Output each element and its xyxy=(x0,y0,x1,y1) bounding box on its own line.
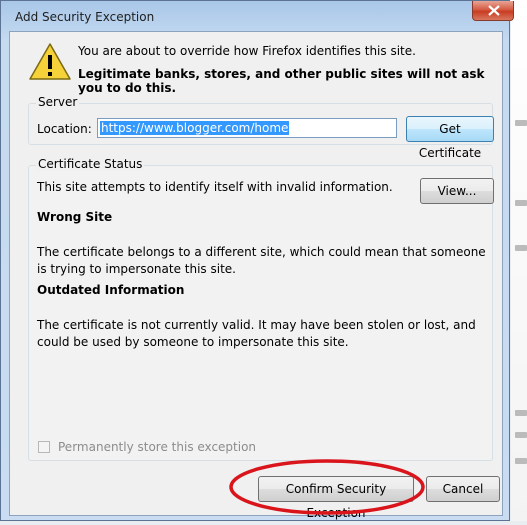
title-bar[interactable]: Add Security Exception xyxy=(1,1,514,31)
close-icon xyxy=(488,5,500,16)
cancel-button[interactable]: Cancel xyxy=(426,476,500,502)
wrong-site-heading: Wrong Site xyxy=(37,210,113,224)
get-certificate-button[interactable]: Get Certificate xyxy=(406,116,494,160)
dialog-window: Add Security Exception You are about to … xyxy=(0,0,514,521)
certificate-summary: This site attempts to identify itself wi… xyxy=(37,180,393,194)
wrong-site-description: The certificate belongs to a different s… xyxy=(37,245,486,276)
permanently-store-checkbox[interactable] xyxy=(38,441,50,453)
warning-icon xyxy=(29,43,71,80)
warning-emphasis: Legitimate banks, stores, and other publ… xyxy=(78,67,485,95)
outdated-description: The certificate is not currently valid. … xyxy=(37,318,476,349)
location-value: https://www.blogger.com/home xyxy=(100,121,290,135)
permanently-store-label: Permanently store this exception xyxy=(58,440,257,454)
warning-message: You are about to override how Firefox id… xyxy=(78,44,416,58)
dialog-content: You are about to override how Firefox id… xyxy=(9,31,503,520)
certificate-status-label: Certificate Status xyxy=(36,157,145,171)
close-button[interactable] xyxy=(472,1,514,21)
location-label: Location: xyxy=(37,122,92,136)
dialog-title: Add Security Exception xyxy=(15,10,155,24)
server-group-label: Server xyxy=(36,95,80,109)
annotation-circle xyxy=(229,459,425,515)
view-button[interactable]: View... xyxy=(420,178,494,204)
background-page-edge xyxy=(511,0,527,521)
location-input[interactable]: https://www.blogger.com/home xyxy=(97,118,397,138)
outdated-heading: Outdated Information xyxy=(37,283,185,297)
